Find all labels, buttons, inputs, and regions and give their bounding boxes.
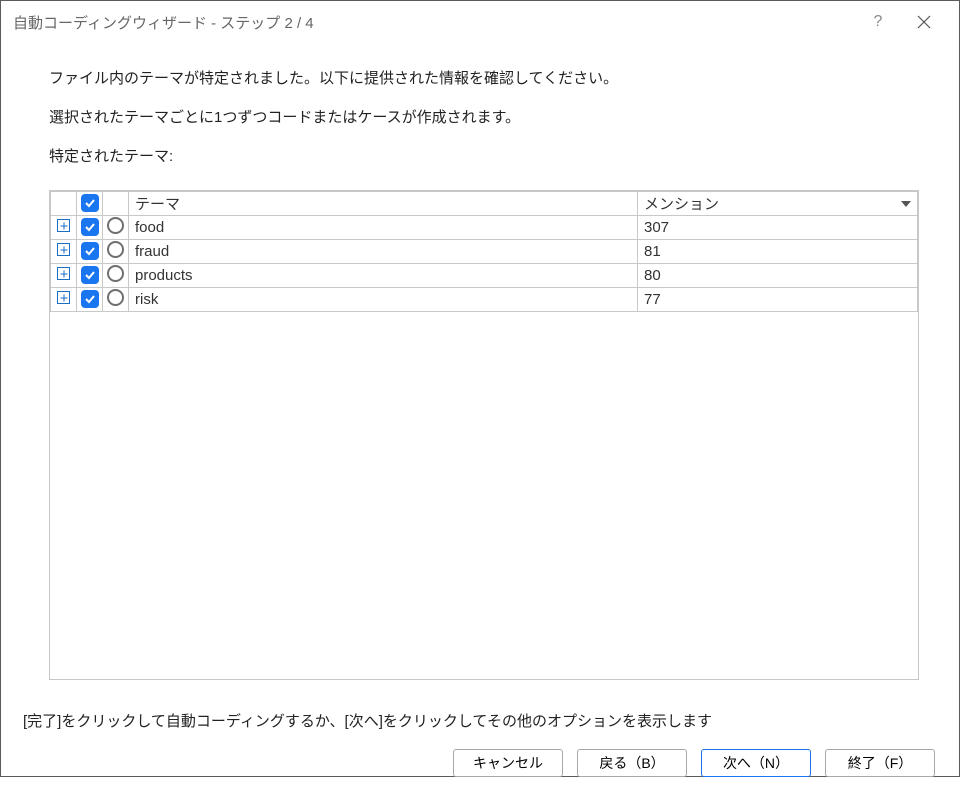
checkbox-checked-icon	[81, 266, 99, 284]
header-check-all[interactable]	[77, 192, 103, 216]
checkbox-checked-icon	[81, 290, 99, 308]
node-cell[interactable]	[103, 216, 129, 240]
header-expand	[51, 192, 77, 216]
theme-cell: risk	[129, 288, 638, 312]
content-area: ファイル内のテーマが特定されました。以下に提供された情報を確認してください。 選…	[1, 43, 959, 690]
header-circle	[103, 192, 129, 216]
table-header-row: テーマ メンション	[51, 192, 918, 216]
intro-text-1: ファイル内のテーマが特定されました。以下に提供された情報を確認してください。	[49, 67, 919, 88]
header-theme-label: テーマ	[135, 196, 180, 213]
table-row[interactable]: products 80	[51, 264, 918, 288]
node-circle-icon	[107, 217, 124, 234]
cancel-button[interactable]: キャンセル	[453, 749, 563, 777]
themes-table: テーマ メンション food 307	[50, 191, 918, 312]
mention-cell: 77	[638, 288, 918, 312]
finish-button[interactable]: 終了（F）	[825, 749, 935, 777]
expand-icon	[57, 219, 70, 232]
theme-cell: food	[129, 216, 638, 240]
checkbox-cell[interactable]	[77, 264, 103, 288]
intro-text-3: 特定されたテーマ:	[49, 145, 919, 166]
button-row: キャンセル 戻る（B） 次へ（N） 終了（F）	[1, 749, 959, 793]
sort-desc-icon	[901, 201, 911, 207]
expand-cell[interactable]	[51, 216, 77, 240]
help-icon: ?	[874, 13, 883, 31]
theme-cell: fraud	[129, 240, 638, 264]
checkbox-cell[interactable]	[77, 240, 103, 264]
mention-cell: 80	[638, 264, 918, 288]
mention-cell: 307	[638, 216, 918, 240]
header-mention[interactable]: メンション	[638, 192, 918, 216]
wizard-dialog: 自動コーディングウィザード - ステップ 2 / 4 ? ファイル内のテーマが特…	[0, 0, 960, 777]
header-mention-label: メンション	[644, 196, 719, 213]
close-icon	[917, 15, 931, 29]
table-row[interactable]: fraud 81	[51, 240, 918, 264]
next-button[interactable]: 次へ（N）	[701, 749, 811, 777]
help-button[interactable]: ?	[855, 1, 901, 43]
table-row[interactable]: risk 77	[51, 288, 918, 312]
titlebar: 自動コーディングウィザード - ステップ 2 / 4 ?	[1, 1, 959, 43]
expand-cell[interactable]	[51, 264, 77, 288]
table-row[interactable]: food 307	[51, 216, 918, 240]
checkbox-cell[interactable]	[77, 288, 103, 312]
node-cell[interactable]	[103, 264, 129, 288]
node-circle-icon	[107, 265, 124, 282]
intro-text-2: 選択されたテーマごとに1つずつコードまたはケースが作成されます。	[49, 106, 919, 127]
expand-icon	[57, 243, 70, 256]
node-circle-icon	[107, 289, 124, 306]
checkbox-cell[interactable]	[77, 216, 103, 240]
checkbox-checked-icon	[81, 218, 99, 236]
expand-cell[interactable]	[51, 240, 77, 264]
theme-cell: products	[129, 264, 638, 288]
node-circle-icon	[107, 241, 124, 258]
node-cell[interactable]	[103, 240, 129, 264]
expand-icon	[57, 267, 70, 280]
checkbox-checked-icon	[81, 242, 99, 260]
expand-icon	[57, 291, 70, 304]
mention-cell: 81	[638, 240, 918, 264]
back-button[interactable]: 戻る（B）	[577, 749, 687, 777]
dialog-title: 自動コーディングウィザード - ステップ 2 / 4	[13, 12, 855, 33]
checkbox-checked-icon	[81, 194, 99, 212]
themes-table-container[interactable]: テーマ メンション food 307	[49, 190, 919, 680]
footer-hint: [完了]をクリックして自動コーディングするか、[次へ]をクリックしてその他のオプ…	[1, 690, 959, 749]
header-theme[interactable]: テーマ	[129, 192, 638, 216]
expand-cell[interactable]	[51, 288, 77, 312]
node-cell[interactable]	[103, 288, 129, 312]
close-button[interactable]	[901, 1, 947, 43]
